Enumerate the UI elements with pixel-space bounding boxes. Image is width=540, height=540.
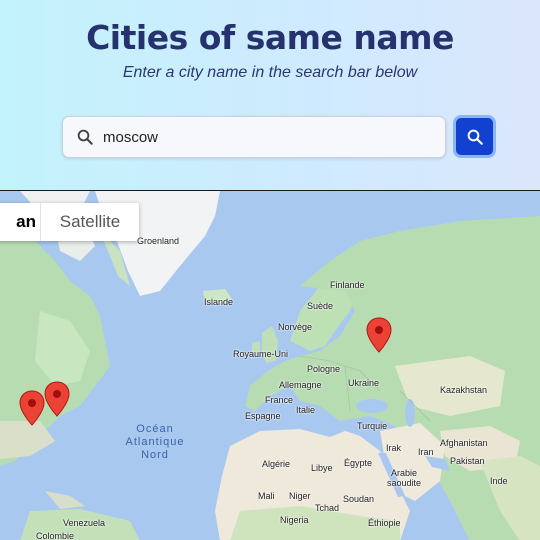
map-label-iran: Iran xyxy=(418,447,434,457)
map-label-soudan: Soudan xyxy=(343,494,375,504)
ocean-label-line2: Atlantique xyxy=(125,436,185,448)
map-canvas xyxy=(0,191,540,540)
map-marker-moscow-russia[interactable] xyxy=(366,317,392,353)
map-label-norvege: Norvège xyxy=(278,322,313,332)
map-label-venezuela: Venezuela xyxy=(63,518,106,528)
map-label-finlande: Finlande xyxy=(330,280,365,290)
search-button[interactable] xyxy=(453,115,496,158)
map-label-groenland: Groenland xyxy=(137,236,180,246)
page-subtitle: Enter a city name in the search bar belo… xyxy=(122,64,418,81)
map-type-satellite-button[interactable]: Satellite xyxy=(41,203,139,241)
search-icon xyxy=(77,129,93,145)
map-label-france: France xyxy=(265,395,294,405)
map-marker-moscow-us-west[interactable] xyxy=(19,390,45,426)
map-label-mali: Mali xyxy=(258,491,275,501)
map-label-irak: Irak xyxy=(386,443,402,453)
map-view[interactable]: an Satellite Groenland Islande Finlande … xyxy=(0,190,540,540)
map-label-italie: Italie xyxy=(296,405,316,415)
map-label-allemagne: Allemagne xyxy=(279,380,322,390)
map-label-pakistan: Pakistan xyxy=(450,456,485,466)
map-label-turquie: Turquie xyxy=(357,421,388,431)
ocean-label-line3: Nord xyxy=(141,449,169,461)
map-label-suede: Suède xyxy=(307,301,334,311)
map-label-afghanistan: Afghanistan xyxy=(440,438,488,448)
search-bar[interactable] xyxy=(62,116,446,158)
map-label-colombie: Colombie xyxy=(36,531,75,540)
map-type-plan-button[interactable]: an xyxy=(0,203,41,241)
search-icon xyxy=(467,129,483,145)
map-label-ukraine: Ukraine xyxy=(348,378,380,388)
page-title: Cities of same name xyxy=(86,18,454,57)
map-label-tchad: Tchad xyxy=(315,503,340,513)
map-label-niger: Niger xyxy=(289,491,311,501)
map-label-royaume-uni: Royaume-Uni xyxy=(233,349,289,359)
search-input[interactable] xyxy=(103,126,423,148)
map-label-algerie: Algérie xyxy=(262,459,291,469)
map-label-islande: Islande xyxy=(204,297,234,307)
map-label-nigeria: Nigeria xyxy=(280,515,309,525)
map-label-kazakhstan: Kazakhstan xyxy=(440,385,488,395)
map-label-egypte: Égypte xyxy=(344,458,373,468)
header: Cities of same name Enter a city name in… xyxy=(0,0,540,190)
map-type-control: an Satellite xyxy=(0,203,139,241)
map-marker-moscow-us-east[interactable] xyxy=(44,381,70,417)
map-label-ethiopie: Éthiopie xyxy=(368,518,401,528)
ocean-label-line1: Océan xyxy=(136,423,174,435)
map-label-espagne: Espagne xyxy=(245,411,281,421)
map-label-pologne: Pologne xyxy=(307,364,341,374)
map-label-ocean: Océan Atlantique Nord xyxy=(115,423,195,462)
map-label-inde: Inde xyxy=(490,476,508,486)
map-label-arabie-saoudite: Arabie saoudite xyxy=(387,468,422,488)
map-label-libye: Libye xyxy=(311,463,333,473)
